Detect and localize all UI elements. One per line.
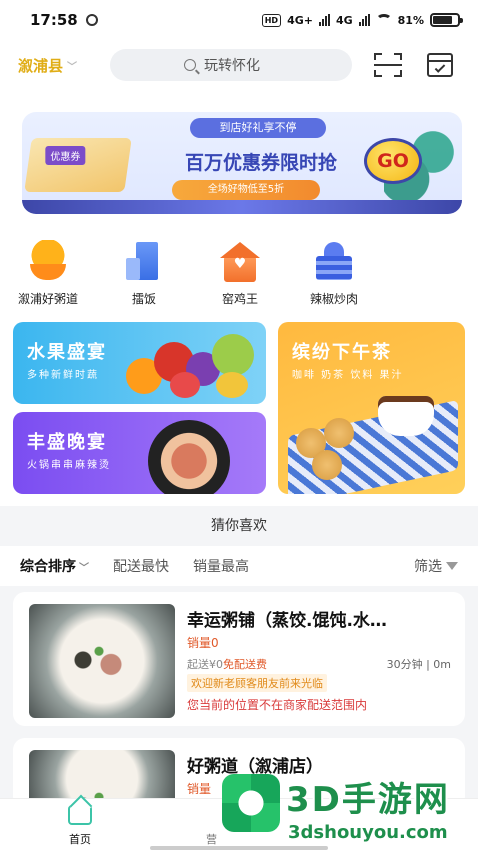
search-placeholder: 玩转怀化 <box>204 58 260 74</box>
shop-sales: 销量0 <box>187 636 219 650</box>
watermark-logo <box>222 774 280 832</box>
hd-badge: HD <box>261 13 282 27</box>
tile-subtitle: 咖啡 奶茶 饮料 果汁 <box>292 370 404 381</box>
filter-icon <box>446 562 458 570</box>
sort-bar: 综合排序 ﹀ 配送最快 销量最高 筛选 <box>0 546 478 586</box>
sort-fastest-delivery[interactable]: 配送最快 <box>113 556 169 576</box>
category-chili-pork[interactable]: 辣椒炒肉 <box>296 240 372 307</box>
porridge-bowl-icon <box>26 240 70 284</box>
calendar-button[interactable] <box>424 49 456 81</box>
promo-banner[interactable]: 优惠券 到店好礼享不停 百万优惠券限时抢 全场好物低至5折 GO <box>22 112 462 214</box>
banner-ribbon: 到店好礼享不停 <box>190 118 326 138</box>
watermark: 3D手游网 3dshouyou.com <box>222 768 478 850</box>
category-label: 窑鸡王 <box>221 292 258 306</box>
category-leifan[interactable]: 擂饭 <box>106 240 182 307</box>
time-distance: 30分钟 | 0m <box>386 658 451 671</box>
category-row: 溆浦好粥道 擂饭 窑鸡王 辣椒炒肉 <box>0 230 478 310</box>
battery-fill <box>433 16 453 24</box>
tile-title: 缤纷下午茶 <box>292 342 392 363</box>
nav-second[interactable]: 营 <box>206 831 217 847</box>
sort-comprehensive[interactable]: 综合排序 ﹀ <box>20 556 89 576</box>
tile-subtitle: 火锅串串麻辣烫 <box>27 460 111 471</box>
tile-subtitle: 多种新鲜时蔬 <box>27 370 99 381</box>
promo-tag: 欢迎新老顾客朋友前来光临 <box>187 674 327 692</box>
watermark-url: 3dshouyou.com <box>288 822 448 843</box>
shop-name: 幸运粥铺（蒸饺.馄饨.水… <box>187 611 387 631</box>
category-kiln-chicken[interactable]: 窑鸡王 <box>202 240 278 307</box>
filter-button[interactable]: 筛选 <box>414 556 458 576</box>
go-button[interactable]: GO <box>364 138 422 184</box>
category-label: 辣椒炒肉 <box>309 292 358 306</box>
category-label: 溆浦好粥道 <box>17 292 78 306</box>
chevron-down-icon: ﹀ <box>67 61 78 73</box>
home-icon <box>68 805 92 825</box>
wifi-icon <box>375 14 392 26</box>
nav-label: 首页 <box>69 833 91 846</box>
category-label: 擂饭 <box>131 292 156 306</box>
promo-tiles: 水果盛宴 多种新鲜时蔬 丰盛晚宴 火锅串串麻辣烫 缤纷下午茶 咖啡 奶茶 饮料 … <box>0 310 478 506</box>
tile-fruit-feast[interactable]: 水果盛宴 多种新鲜时蔬 <box>13 322 266 404</box>
search-icon <box>184 59 196 71</box>
shop-card[interactable]: 幸运粥铺（蒸饺.馄饨.水… 销量0 起送¥0免配送费 30分钟 | 0m 欢迎新… <box>13 592 465 726</box>
signal-icon-2 <box>358 14 370 26</box>
tile-title: 丰盛晚宴 <box>27 432 107 453</box>
top-header: 溆浦县 ﹀ 玩转怀化 <box>0 40 478 90</box>
nav-home[interactable]: 首页 <box>50 805 110 847</box>
sort-top-sales[interactable]: 销量最高 <box>193 556 249 576</box>
calendar-check-icon <box>427 53 453 77</box>
battery-percent: 81% <box>397 13 424 27</box>
hotpot-illustration <box>148 420 230 494</box>
clock: 17:58 <box>30 11 78 29</box>
tile-afternoon-tea[interactable]: 缤纷下午茶 咖啡 奶茶 饮料 果汁 <box>278 322 465 494</box>
battery-icon <box>430 13 463 27</box>
tile-dinner-feast[interactable]: 丰盛晚宴 火锅串串麻辣烫 <box>13 412 266 494</box>
status-icons: HD 4G+ 4G 81% <box>261 13 463 27</box>
fruit-illustration <box>126 332 256 400</box>
watermark-title: 3D手游网 <box>286 780 450 820</box>
coupon-tag: 优惠券 <box>45 146 86 165</box>
banner-section: 优惠券 到店好礼享不停 百万优惠券限时抢 全场好物低至5折 GO <box>0 90 478 230</box>
delivery-info: 起送¥0免配送费 <box>187 658 267 671</box>
search-input[interactable]: 玩转怀化 <box>110 49 352 81</box>
building-icon <box>122 240 166 284</box>
scan-icon <box>374 53 402 77</box>
tile-title: 水果盛宴 <box>27 342 107 363</box>
stage-decoration <box>22 200 462 214</box>
status-bar: 17:58 HD 4G+ 4G 81% <box>0 0 478 40</box>
location-label: 溆浦县 <box>18 56 64 75</box>
out-of-range-warning: 您当前的位置不在商家配送范围内 <box>187 698 368 712</box>
notification-icon <box>85 14 98 26</box>
temple-icon <box>312 240 356 284</box>
banner-subtitle: 全场好物低至5折 <box>172 180 320 200</box>
gift-box-illustration: 优惠券 <box>24 138 132 192</box>
location-selector[interactable]: 溆浦县 ﹀ <box>18 55 110 76</box>
shop-sales: 销量 <box>187 782 212 796</box>
house-heart-icon <box>218 240 262 284</box>
network-type-2: 4G <box>335 13 353 27</box>
shop-image <box>29 604 175 718</box>
category-porridge[interactable]: 溆浦好粥道 <box>10 240 86 307</box>
section-title: 猜你喜欢 <box>0 506 478 546</box>
banner-title: 百万优惠券限时抢 <box>184 152 337 174</box>
signal-icon <box>318 14 330 26</box>
chevron-down-icon: ﹀ <box>79 563 89 574</box>
scan-button[interactable] <box>372 49 404 81</box>
tea-illustration <box>288 388 458 494</box>
network-type-1: 4G+ <box>287 13 313 27</box>
